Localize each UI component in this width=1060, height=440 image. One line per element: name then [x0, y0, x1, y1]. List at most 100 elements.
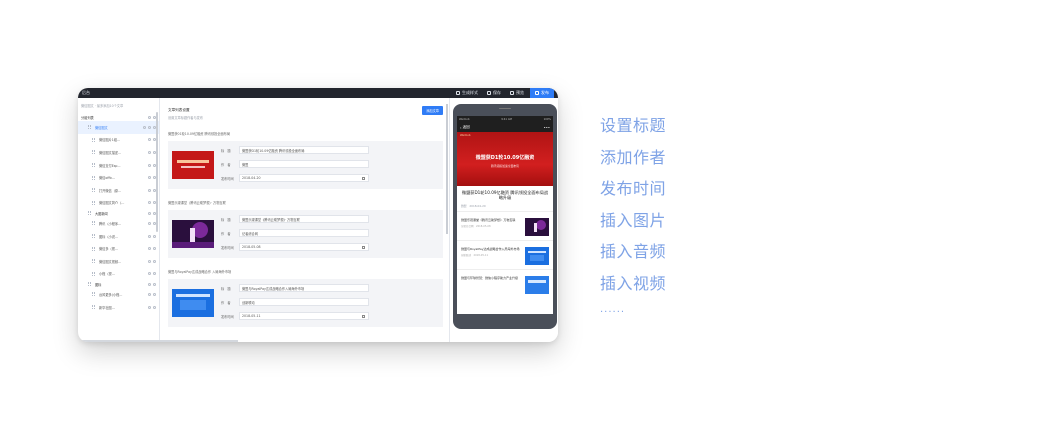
sidebar-item[interactable]: 微信多（视... [78, 242, 159, 255]
drag-handle-icon[interactable] [92, 188, 95, 193]
item-controls[interactable] [148, 163, 156, 167]
edit-icon[interactable] [148, 292, 151, 296]
copy-icon[interactable] [148, 125, 151, 129]
edit-icon[interactable] [148, 176, 151, 180]
item-controls[interactable] [148, 272, 156, 276]
sidebar-item[interactable]: 腾讯（小程序... [78, 217, 159, 230]
add-article-button[interactable]: 添加文章 [422, 106, 443, 115]
list-item[interactable]: 微盟与环球智慧：微信小程序助力产业升级 [457, 268, 553, 298]
author-input[interactable]: 创新联动 [239, 298, 369, 306]
item-controls[interactable] [148, 259, 156, 263]
author-input[interactable]: 微盟 [239, 160, 369, 168]
back-label[interactable]: 返回 [463, 125, 470, 130]
author-input[interactable]: 记者综合网 [239, 229, 369, 237]
item-controls[interactable] [148, 292, 156, 296]
drag-handle-icon[interactable] [88, 125, 91, 130]
group-controls[interactable] [148, 211, 156, 215]
edit-icon[interactable] [148, 115, 151, 119]
article-thumbnail[interactable] [172, 151, 214, 179]
list-item[interactable]: 微盟乐观课堂《腾讯云助梦想》· 万物互联 记者综合网 2018-05-08 [457, 210, 553, 240]
edit-icon[interactable] [148, 234, 151, 238]
drag-handle-icon[interactable] [92, 271, 95, 276]
edit-icon[interactable] [148, 138, 151, 142]
item-controls[interactable] [148, 305, 156, 309]
edit-icon[interactable] [148, 259, 151, 263]
delete-icon[interactable] [153, 292, 156, 296]
sidebar-group[interactable]: 分组列表 [78, 113, 159, 121]
edit-icon[interactable] [148, 211, 151, 215]
delete-icon[interactable] [153, 272, 156, 276]
calendar-icon[interactable] [362, 314, 365, 318]
sidebar-item[interactable]: 微信图片1组... [78, 134, 159, 147]
article-thumbnail[interactable] [172, 289, 214, 317]
article-thumbnail[interactable] [172, 220, 214, 248]
edit-icon[interactable] [148, 305, 151, 309]
drag-handle-icon[interactable] [92, 305, 95, 310]
item-controls[interactable] [148, 247, 156, 251]
item-controls[interactable] [148, 188, 156, 192]
drag-handle-icon[interactable] [92, 137, 95, 142]
drag-handle-icon[interactable] [92, 163, 95, 168]
title-input[interactable]: 微盟乐观课堂《腾讯云助梦想》· 万物互联 [239, 215, 369, 223]
item-controls[interactable] [148, 150, 156, 154]
drag-handle-icon[interactable] [92, 246, 95, 251]
date-input[interactable]: 2018-04-20 [239, 174, 369, 182]
sidebar-item[interactable]: 微信图文描述... [78, 146, 159, 159]
item-controls[interactable] [148, 234, 156, 238]
more-icon[interactable]: ••• [544, 126, 550, 130]
title-input[interactable]: 微盟与RoyalPay达成战略合作入局海外市场 [239, 284, 369, 292]
edit-icon[interactable] [143, 125, 146, 129]
edit-icon[interactable] [148, 282, 151, 286]
item-controls[interactable] [148, 221, 156, 225]
delete-icon[interactable] [153, 259, 156, 263]
drag-handle-icon[interactable] [92, 221, 95, 226]
drag-handle-icon[interactable] [92, 175, 95, 180]
edit-icon[interactable] [148, 150, 151, 154]
item-controls[interactable] [148, 138, 156, 142]
drag-handle-icon[interactable] [92, 200, 95, 205]
drag-handle-icon[interactable] [88, 282, 91, 287]
sidebar-item[interactable]: 打开微信（原... [78, 184, 159, 197]
sidebar-item[interactable]: 微信支付Esp... [78, 159, 159, 172]
sidebar-item[interactable]: 微信offic... [78, 171, 159, 184]
drag-handle-icon[interactable] [92, 150, 95, 155]
calendar-icon[interactable] [362, 245, 365, 249]
edit-icon[interactable] [148, 163, 151, 167]
edit-icon[interactable] [148, 272, 151, 276]
delete-icon[interactable] [153, 234, 156, 238]
edit-icon[interactable] [148, 188, 151, 192]
sidebar-item[interactable]: 微信图文视频... [78, 255, 159, 268]
sidebar-item[interactable]: 台风更多(小程... [78, 288, 159, 301]
drag-handle-icon[interactable] [92, 292, 95, 297]
delete-icon[interactable] [153, 282, 156, 286]
drag-handle-icon[interactable] [92, 259, 95, 264]
edit-icon[interactable] [148, 201, 151, 205]
sidebar-scrollbar[interactable] [156, 112, 158, 232]
publish-button[interactable]: 发布 [530, 88, 554, 98]
editor-scrollbar[interactable] [446, 104, 448, 234]
item-controls[interactable] [143, 125, 156, 129]
sidebar-item[interactable]: 新华社图... [78, 301, 159, 314]
item-controls[interactable] [148, 176, 156, 180]
save-button[interactable]: 保存 [487, 90, 501, 96]
horizontal-scrollbar[interactable] [78, 340, 238, 342]
title-input[interactable]: 微盟获D1轮10.09亿融资 腾讯领投全面布局 [239, 146, 369, 154]
delete-icon[interactable] [153, 305, 156, 309]
sidebar-item[interactable]: 小程（视... [78, 268, 159, 281]
list-item[interactable]: 微盟与RoyalPay达成战略合作入局海外市场 创新联动 2018-05-11 [457, 239, 553, 269]
group-controls[interactable] [148, 115, 156, 119]
drag-handle-icon[interactable] [92, 234, 95, 239]
edit-icon[interactable] [148, 247, 151, 251]
calendar-icon[interactable] [362, 176, 365, 180]
sidebar-group[interactable]: 大图新闻 [78, 209, 159, 217]
preview-button[interactable]: 预览 [510, 90, 524, 96]
sidebar-item[interactable]: 微信图文 [78, 121, 159, 134]
edit-icon[interactable] [148, 221, 151, 225]
group-controls[interactable] [148, 282, 156, 286]
date-input[interactable]: 2018-05-11 [239, 312, 369, 320]
sidebar-group[interactable]: 图标 [78, 280, 159, 288]
sidebar-item[interactable]: 图标（小说... [78, 230, 159, 243]
drag-handle-icon[interactable] [88, 211, 91, 216]
sidebar-item[interactable]: 微信图文简介（... [78, 197, 159, 210]
hero-banner[interactable]: Weimob 微盟获D1轮10.09亿融资 腾讯领投加速全面布局 [457, 132, 553, 186]
